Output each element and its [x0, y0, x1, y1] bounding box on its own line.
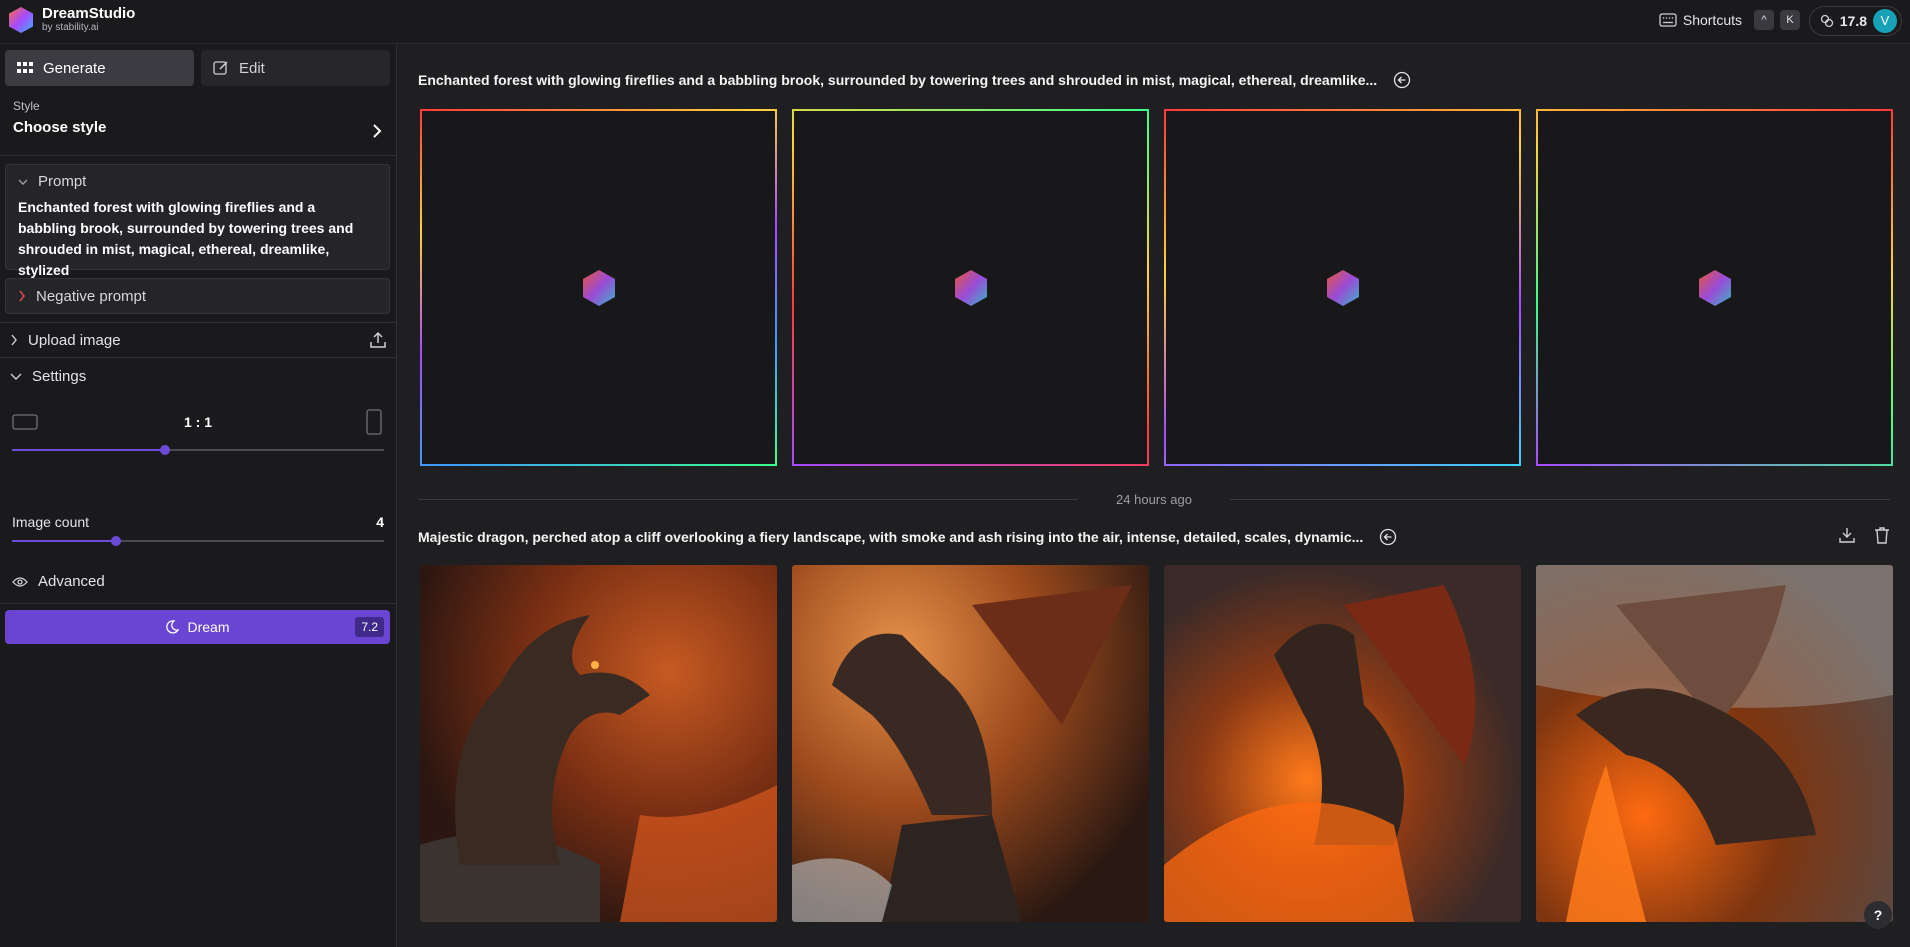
aspect-ratio-slider[interactable]	[12, 445, 384, 455]
dream-button[interactable]: Dream 7.2	[5, 610, 390, 644]
shortcut-key-ctrl: ^	[1754, 10, 1774, 30]
image-count-row: Image count 4	[12, 514, 384, 530]
shortcut-key-k: K	[1780, 10, 1800, 30]
generations-feed: Enchanted forest with glowing fireflies …	[398, 44, 1910, 947]
generated-image[interactable]	[792, 565, 1149, 922]
image-count-slider-fill	[12, 540, 117, 542]
generated-image[interactable]	[420, 565, 777, 922]
tab-generate-label: Generate	[43, 59, 106, 77]
generation-title: Enchanted forest with glowing fireflies …	[418, 71, 1411, 89]
upload-image-row[interactable]: Upload image	[0, 322, 396, 358]
dream-cost-badge: 7.2	[355, 617, 384, 637]
dreamstudio-logo-icon	[9, 7, 33, 33]
aspect-ratio-control: 1 : 1	[12, 409, 384, 435]
image-placeholder	[1536, 109, 1893, 466]
dream-label: Dream	[187, 619, 230, 635]
reuse-prompt-icon[interactable]	[1393, 71, 1411, 89]
dragon-illustration	[420, 615, 777, 922]
loading-hexagon-icon	[1698, 269, 1731, 306]
image-count-slider-thumb[interactable]	[111, 536, 122, 546]
tab-edit-label: Edit	[239, 59, 265, 77]
app-title: DreamStudio	[42, 5, 136, 22]
prompt-panel[interactable]: Prompt Enchanted forest with glowing fir…	[5, 164, 390, 278]
chevron-down-icon	[10, 373, 22, 380]
sidebar: Generate Edit Style Choose style Prompt …	[0, 44, 397, 947]
negative-prompt-panel[interactable]: Negative prompt	[5, 278, 390, 314]
shortcuts-label: Shortcuts	[1682, 12, 1742, 28]
chevron-right-icon	[19, 290, 26, 302]
loading-hexagon-icon	[1326, 269, 1359, 306]
grid-icon	[17, 62, 33, 73]
credits-icon	[1820, 14, 1833, 28]
generation-title: Majestic dragon, perched atop a cliff ov…	[418, 528, 1397, 546]
user-avatar[interactable]: V	[1873, 9, 1897, 33]
tab-edit[interactable]: Edit	[201, 50, 390, 86]
app-subtitle: by stability.ai	[42, 22, 99, 33]
style-selector[interactable]: Style Choose style	[0, 99, 396, 156]
generation-prompt: Majestic dragon, perched atop a cliff ov…	[418, 529, 1364, 545]
prompt-input[interactable]: Enchanted forest with glowing fireflies …	[18, 197, 377, 281]
reuse-prompt-icon[interactable]	[1379, 528, 1397, 546]
edit-icon	[213, 61, 228, 75]
image-placeholder	[1164, 109, 1521, 466]
mode-tabs: Generate Edit	[5, 50, 390, 86]
chevron-right-icon	[11, 334, 17, 346]
style-label: Style	[13, 99, 40, 113]
credits-badge[interactable]: 17.8 V	[1808, 6, 1902, 36]
loading-hexagon-icon	[582, 269, 615, 306]
eye-icon	[12, 576, 28, 587]
aspect-ratio-slider-fill	[12, 449, 165, 451]
chevron-right-icon	[373, 124, 382, 138]
loading-hexagon-icon	[954, 269, 987, 306]
image-placeholder	[792, 109, 1149, 466]
app-logo[interactable]: DreamStudio by stability.ai	[8, 6, 135, 34]
aspect-ratio-value: 1 : 1	[183, 414, 212, 430]
prompt-header[interactable]: Prompt	[18, 173, 377, 190]
prompt-label: Prompt	[38, 173, 87, 190]
tab-generate[interactable]: Generate	[5, 50, 194, 86]
dragon-illustration	[792, 585, 1132, 922]
divider-line	[1230, 499, 1890, 500]
shortcuts-button[interactable]: Shortcuts ^ K	[1659, 10, 1800, 30]
chevron-down-icon	[18, 179, 28, 185]
generation-actions	[1838, 526, 1890, 544]
keyboard-icon	[1659, 13, 1677, 27]
generation-prompt: Enchanted forest with glowing fireflies …	[418, 72, 1378, 88]
settings-label: Settings	[32, 367, 87, 385]
help-button[interactable]: ?	[1864, 901, 1892, 929]
image-count-value: 4	[376, 514, 384, 530]
trash-icon[interactable]	[1874, 526, 1890, 544]
image-count-label: Image count	[12, 514, 90, 530]
credits-value: 17.8	[1839, 13, 1867, 29]
dragon-illustration	[1164, 585, 1476, 922]
generated-image[interactable]	[1536, 565, 1893, 922]
top-bar: DreamStudio by stability.ai Shortcuts ^ …	[0, 0, 1910, 44]
image-count-slider[interactable]	[12, 536, 384, 546]
advanced-toggle[interactable]: Advanced	[0, 560, 396, 604]
aspect-ratio-slider-thumb[interactable]	[159, 445, 170, 455]
moon-icon	[166, 620, 180, 634]
time-divider: 24 hours ago	[418, 492, 1890, 507]
negative-prompt-label: Negative prompt	[36, 287, 147, 305]
settings-header[interactable]: Settings	[0, 358, 396, 394]
advanced-label: Advanced	[38, 573, 105, 590]
generated-image[interactable]	[1164, 565, 1521, 922]
upload-image-label: Upload image	[28, 331, 121, 349]
dragon-illustration	[1536, 565, 1893, 922]
style-value: Choose style	[13, 119, 107, 136]
upload-icon[interactable]	[368, 330, 388, 350]
download-icon[interactable]	[1838, 526, 1856, 544]
portrait-icon[interactable]	[364, 409, 384, 435]
image-placeholder	[420, 109, 777, 466]
